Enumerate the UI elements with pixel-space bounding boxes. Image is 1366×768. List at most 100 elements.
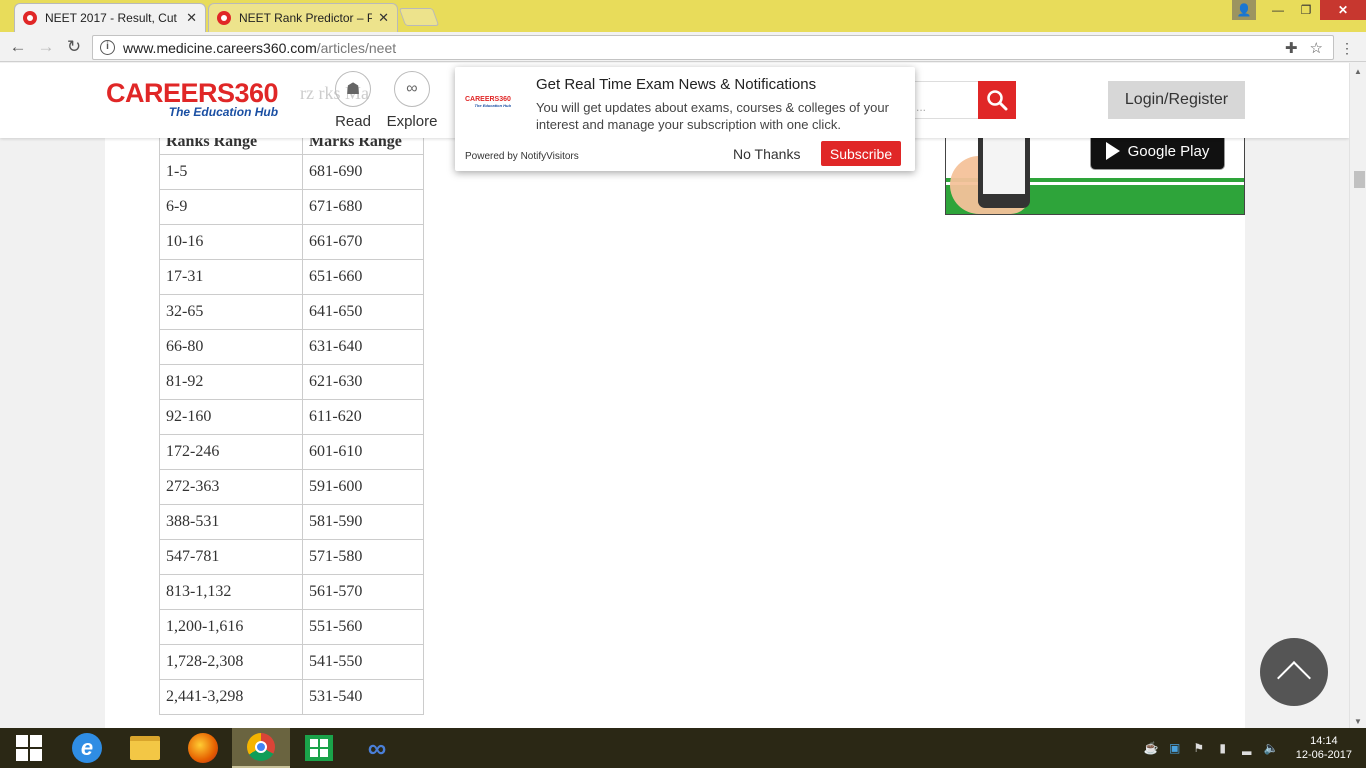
back-icon[interactable]: ← [8, 37, 28, 57]
scroll-to-top-button[interactable] [1260, 638, 1328, 706]
careers360-favicon-icon [23, 11, 37, 25]
tab-title: NEET 2017 - Result, Cut o [45, 11, 181, 25]
close-tab-icon[interactable]: ✕ [378, 10, 389, 26]
chrome-menu-icon[interactable]: ⋮ [1340, 40, 1354, 57]
minimize-button[interactable]: — [1264, 0, 1292, 20]
clock-time: 14:14 [1310, 735, 1338, 747]
table-row: 813-1,132 561-570 [159, 573, 424, 610]
marks-range-cell: 621-630 [302, 363, 424, 400]
search-icon [987, 90, 1008, 111]
taskbar-file-explorer[interactable] [116, 728, 174, 768]
rank-range-cell: 1-5 [159, 153, 303, 190]
firefox-icon [188, 733, 218, 763]
action-center-flag-icon[interactable]: ⚑ [1192, 741, 1206, 755]
table-row: 32-65 641-650 [159, 293, 424, 330]
folder-icon [130, 736, 160, 760]
rank-range-cell: 813-1,132 [159, 573, 303, 610]
extension-puzzle-icon[interactable]: ✚ [1285, 39, 1298, 57]
login-register-button[interactable]: Login/Register [1108, 81, 1245, 119]
restore-button[interactable]: ❐ [1292, 0, 1320, 20]
bookmark-star-icon[interactable]: ☆ [1310, 39, 1323, 57]
careers360-favicon-icon [217, 11, 231, 25]
rank-range-cell: 388-531 [159, 503, 303, 540]
no-thanks-button[interactable]: No Thanks [733, 146, 800, 162]
close-window-button[interactable]: ✕ [1320, 0, 1366, 20]
start-button[interactable] [0, 728, 58, 768]
taskbar-store[interactable] [290, 728, 348, 768]
binoculars-icon: ∞ [394, 71, 430, 107]
scrollbar-thumb[interactable] [1354, 171, 1365, 188]
forward-icon[interactable]: → [36, 37, 56, 57]
taskbar-infinity-app[interactable]: ∞ [348, 728, 406, 768]
rank-range-cell: 6-9 [159, 188, 303, 225]
marks-range-cell: 631-640 [302, 328, 424, 365]
rank-range-cell: 1,728-2,308 [159, 643, 303, 680]
notification-logo: CAREERS360 The Education Hub [465, 96, 511, 108]
taskbar-internet-explorer[interactable]: e [58, 728, 116, 768]
browser-tabstrip: NEET 2017 - Result, Cut o ✕ NEET Rank Pr… [0, 0, 1366, 32]
url-host: www.medicine.careers360.com [123, 39, 317, 56]
new-tab-button[interactable] [398, 8, 440, 26]
reload-icon[interactable]: ↻ [64, 37, 84, 57]
rank-range-cell: 2,441-3,298 [159, 678, 303, 715]
taskbar-chrome[interactable] [232, 728, 290, 768]
marks-range-cell: 601-610 [302, 433, 424, 470]
table-row: 10-16 661-670 [159, 223, 424, 260]
page-scrollbar[interactable]: ▲ ▼ [1349, 63, 1366, 728]
scroll-up-arrow-icon[interactable]: ▲ [1354, 67, 1362, 76]
marks-range-cell: 661-670 [302, 223, 424, 260]
search-input[interactable]: ... [905, 81, 978, 119]
taskbar-clock[interactable]: 14:14 12-06-2017 [1296, 734, 1352, 762]
marks-range-cell: 641-650 [302, 293, 424, 330]
marks-range-cell: 581-590 [302, 503, 424, 540]
browser-toolbar: ← → ↻ i www.medicine.careers360.com/arti… [0, 32, 1366, 62]
table-row: 272-363 591-600 [159, 468, 424, 505]
battery-icon[interactable]: ▮ [1216, 741, 1230, 755]
google-play-icon [1105, 142, 1120, 160]
search-button[interactable] [978, 81, 1016, 119]
site-info-icon[interactable]: i [100, 40, 115, 55]
table-row: 66-80 631-640 [159, 328, 424, 365]
clock-date: 12-06-2017 [1295, 749, 1352, 761]
tab-neet-2017[interactable]: NEET 2017 - Result, Cut o ✕ [14, 3, 206, 32]
read-menu[interactable]: ☗ Read [323, 71, 383, 130]
notification-body: You will get updates about exams, course… [536, 100, 889, 132]
taskbar-firefox[interactable] [174, 728, 232, 768]
subscribe-button[interactable]: Subscribe [821, 141, 901, 166]
profile-icon[interactable]: 👤 [1232, 0, 1256, 20]
marks-range-cell: 541-550 [302, 643, 424, 680]
signal-icon[interactable]: ▂ [1240, 741, 1254, 755]
marks-range-cell: 671-680 [302, 188, 424, 225]
table-row: 1-5 681-690 [159, 153, 424, 190]
rank-range-cell: 1,200-1,616 [159, 608, 303, 645]
marks-range-cell: 531-540 [302, 678, 424, 715]
tab-neet-rank-predictor[interactable]: NEET Rank Predictor – Pr ✕ [208, 3, 398, 32]
page-viewport: Google Play Ranks Range Marks Range 1-5 6… [0, 63, 1366, 728]
close-tab-icon[interactable]: ✕ [186, 10, 197, 26]
rank-range-cell: 547-781 [159, 538, 303, 575]
explore-menu[interactable]: ∞ Explore [382, 71, 442, 130]
table-row: 2,441-3,298 531-540 [159, 678, 424, 715]
rank-range-cell: 172-246 [159, 433, 303, 470]
chevron-up-icon [1277, 661, 1311, 695]
address-bar[interactable]: i www.medicine.careers360.com/articles/n… [92, 35, 1334, 60]
marks-range-cell: 571-580 [302, 538, 424, 575]
table-row: 388-531 581-590 [159, 503, 424, 540]
rank-range-cell: 32-65 [159, 293, 303, 330]
rank-range-cell: 10-16 [159, 223, 303, 260]
table-row: 1,728-2,308 541-550 [159, 643, 424, 680]
powered-by-text: Powered by NotifyVisitors [465, 151, 579, 162]
java-icon[interactable]: ☕ [1144, 741, 1159, 755]
rank-range-cell: 66-80 [159, 328, 303, 365]
read-label: Read [335, 113, 371, 130]
marks-range-cell: 561-570 [302, 573, 424, 610]
notification-popup: CAREERS360 The Education Hub Get Real Ti… [455, 67, 915, 171]
marks-range-cell: 551-560 [302, 608, 424, 645]
network-app-icon[interactable]: ▣ [1168, 741, 1182, 755]
marks-range-cell: 681-690 [302, 153, 424, 190]
scroll-down-arrow-icon[interactable]: ▼ [1354, 717, 1362, 726]
rank-marks-table: Ranks Range Marks Range 1-5 681-690 6-9 671… [159, 126, 424, 715]
reader-icon: ☗ [335, 71, 371, 107]
careers360-logo[interactable]: CAREERS360 The Education Hub [106, 79, 279, 119]
volume-icon[interactable]: 🔈 [1264, 741, 1279, 755]
